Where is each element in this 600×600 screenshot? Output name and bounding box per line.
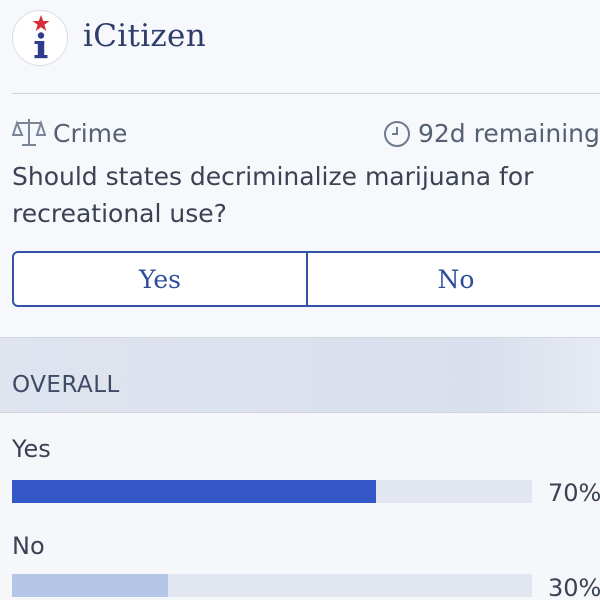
- app-window: iCitizen Crime 92d remaining Should stat…: [0, 0, 600, 600]
- result-no-percent: 30%: [548, 574, 600, 600]
- app-title: iCitizen: [83, 18, 206, 54]
- clock-icon: [384, 121, 410, 147]
- time-remaining: 92d remaining: [418, 119, 600, 148]
- scales-icon: [12, 119, 46, 146]
- overall-label: OVERALL: [12, 372, 120, 398]
- result-yes-bar-fill: [12, 480, 376, 503]
- header-divider: [12, 93, 600, 94]
- app-header: iCitizen: [0, 0, 600, 94]
- vote-button-group: Yes No: [12, 251, 600, 307]
- category-label: Crime: [53, 119, 128, 148]
- result-yes-percent: 70%: [548, 479, 600, 507]
- result-no-bar: [12, 574, 532, 597]
- result-yes-bar: [12, 480, 532, 503]
- info-star-logo-icon[interactable]: [12, 10, 68, 66]
- result-no-bar-fill: [12, 574, 168, 597]
- result-yes-label: Yes: [12, 435, 51, 463]
- results-panel: Yes 70% No 30%: [0, 414, 600, 600]
- result-no-label: No: [12, 532, 45, 560]
- vote-no-button[interactable]: No: [308, 253, 600, 305]
- overall-section-header: OVERALL: [0, 337, 600, 413]
- vote-yes-button[interactable]: Yes: [14, 253, 308, 305]
- question-text: Should states decriminalize marijuana fo…: [12, 162, 534, 228]
- question-meta: Crime 92d remaining: [12, 116, 600, 152]
